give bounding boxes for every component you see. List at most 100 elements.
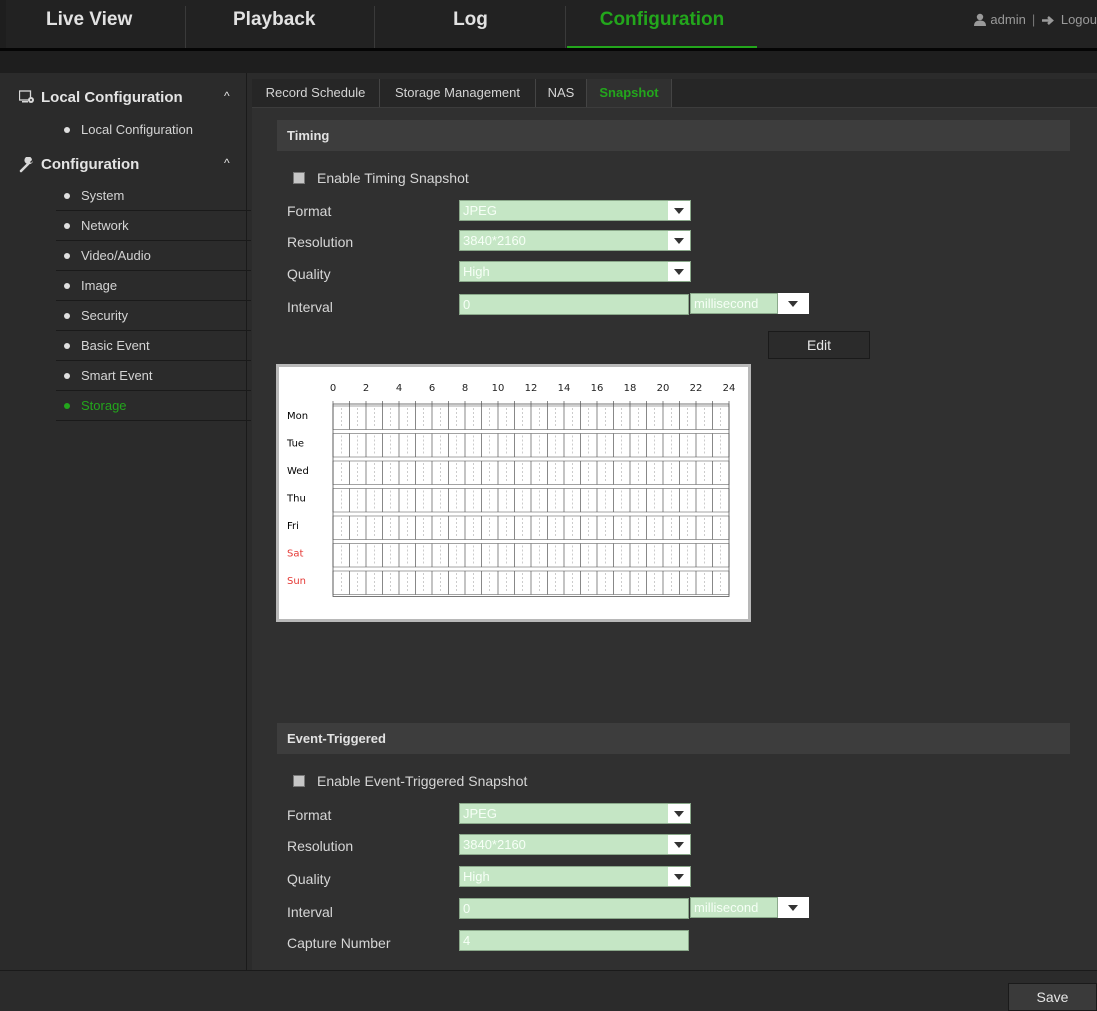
- sidebar-item-local-configuration[interactable]: Local Configuration: [56, 116, 251, 145]
- hour-label: 16: [591, 383, 604, 394]
- hour-label: 2: [363, 383, 369, 394]
- sidebar-item-basic-event[interactable]: Basic Event: [56, 332, 251, 361]
- capture-number-label: Capture Number: [287, 935, 391, 951]
- sidebar-item-label: System: [81, 188, 125, 203]
- bullet-icon: [64, 193, 70, 199]
- sidebar-item-label: Image: [81, 278, 118, 293]
- chevron-down-icon[interactable]: [778, 897, 809, 918]
- event-triggered-section-header: Event-Triggered: [277, 723, 1070, 754]
- chevron-down-icon[interactable]: [668, 835, 690, 854]
- event-format-select[interactable]: JPEG: [459, 803, 691, 824]
- event-resolution-label: Resolution: [287, 838, 354, 854]
- nav-tab-configuration[interactable]: Configuration: [567, 6, 757, 48]
- enable-timing-snapshot-label: Enable Timing Snapshot: [317, 170, 469, 186]
- sub-tab-bar: Record Schedule Storage Management NAS S…: [252, 79, 1097, 108]
- sidebar-item-network[interactable]: Network: [56, 212, 251, 241]
- nav-tab-live-view[interactable]: Live View: [6, 6, 186, 48]
- chevron-down-icon[interactable]: [668, 201, 690, 220]
- section-title: Timing: [287, 128, 330, 143]
- select-value: High: [463, 264, 490, 279]
- sidebar-item-security[interactable]: Security: [56, 302, 251, 331]
- hour-label: 14: [558, 383, 571, 394]
- day-label: Sat: [287, 549, 303, 560]
- event-quality-select[interactable]: High: [459, 866, 691, 887]
- local-config-icon: [19, 90, 34, 103]
- chevron-down-icon[interactable]: [668, 867, 690, 886]
- tab-record-schedule[interactable]: Record Schedule: [252, 79, 380, 107]
- capture-number-input[interactable]: 4: [459, 930, 689, 951]
- select-value: High: [463, 869, 490, 884]
- timing-resolution-label: Resolution: [287, 234, 354, 250]
- enable-event-snapshot-label: Enable Event-Triggered Snapshot: [317, 773, 528, 789]
- event-resolution-select[interactable]: 3840*2160: [459, 834, 691, 855]
- sidebar-item-label: Security: [81, 308, 128, 323]
- timing-interval-input[interactable]: 0: [459, 294, 689, 315]
- sidebar-item-label: Network: [81, 218, 129, 233]
- hour-label: 6: [429, 383, 435, 394]
- chevron-down-icon[interactable]: [668, 231, 690, 250]
- day-label: Fri: [287, 521, 299, 532]
- timing-interval-label: Interval: [287, 299, 333, 315]
- timing-quality-label: Quality: [287, 266, 331, 282]
- bullet-icon: [64, 253, 70, 259]
- sidebar-item-system[interactable]: System: [56, 182, 251, 211]
- day-label: Mon: [287, 411, 308, 422]
- unit-value-box: millisecond: [690, 897, 778, 918]
- logout-icon[interactable]: [1041, 15, 1057, 26]
- sidebar-group-label: Local Configuration: [41, 89, 183, 106]
- tab-storage-management[interactable]: Storage Management: [380, 79, 536, 107]
- sidebar-group-configuration[interactable]: Configuration ^: [6, 149, 246, 179]
- section-title: Event-Triggered: [287, 731, 386, 746]
- event-interval-unit-select[interactable]: millisecond: [690, 897, 809, 918]
- hour-label: 4: [396, 383, 402, 394]
- snapshot-schedule[interactable]: 0 2 4 6 8 10 12 14 16 18 20 22 24 Mon Tue Wed Thu Fri Sat S…: [276, 364, 751, 622]
- enable-event-snapshot-checkbox[interactable]: [293, 775, 305, 787]
- nav-tab-playback[interactable]: Playback: [187, 6, 375, 48]
- unit-value-box: millisecond: [690, 293, 778, 314]
- tab-nas[interactable]: NAS: [536, 79, 587, 107]
- sidebar-item-storage[interactable]: Storage: [56, 392, 251, 421]
- nav-tab-log[interactable]: Log: [376, 6, 566, 48]
- sidebar-item-video-audio[interactable]: Video/Audio: [56, 242, 251, 271]
- timing-quality-select[interactable]: High: [459, 261, 691, 282]
- username[interactable]: admin: [990, 12, 1025, 27]
- timing-format-select[interactable]: JPEG: [459, 200, 691, 221]
- select-value: millisecond: [694, 296, 759, 311]
- tab-snapshot[interactable]: Snapshot: [587, 79, 672, 107]
- input-value: 4: [463, 933, 471, 948]
- hour-label: 24: [723, 383, 736, 394]
- sidebar-group-label: Configuration: [41, 156, 140, 173]
- chevron-up-icon[interactable]: ^: [224, 156, 230, 170]
- sidebar-group-local-configuration[interactable]: Local Configuration ^: [6, 82, 246, 112]
- sidebar-item-label: Local Configuration: [81, 122, 194, 137]
- select-value: 3840*2160: [463, 233, 526, 248]
- top-nav-bar: Live View Playback Log Configuration adm…: [0, 0, 1097, 51]
- sidebar-item-image[interactable]: Image: [56, 272, 251, 301]
- user-icon: [973, 13, 986, 26]
- wrench-icon: [19, 157, 33, 173]
- day-label: Wed: [287, 466, 309, 477]
- hour-label: 0: [330, 383, 336, 394]
- hour-label: 10: [492, 383, 505, 394]
- schedule-grid[interactable]: 0 2 4 6 8 10 12 14 16 18 20 22 24MonTueWedThuFriSatS…: [279, 367, 748, 619]
- bullet-icon: [64, 127, 70, 133]
- logout-link[interactable]: Logou: [1061, 12, 1097, 27]
- sidebar: Local Configuration ^ Local Configuratio…: [6, 73, 251, 970]
- event-interval-input[interactable]: 0: [459, 898, 689, 919]
- chevron-down-icon[interactable]: [778, 293, 809, 314]
- sidebar-item-label: Video/Audio: [81, 248, 151, 263]
- hour-label: 8: [462, 383, 468, 394]
- save-button[interactable]: Save: [1008, 983, 1097, 1011]
- chevron-up-icon[interactable]: ^: [224, 89, 230, 103]
- bullet-icon: [64, 283, 70, 289]
- day-label: Tue: [286, 439, 304, 450]
- timing-interval-unit-select[interactable]: millisecond: [690, 293, 809, 314]
- timing-resolution-select[interactable]: 3840*2160: [459, 230, 691, 251]
- chevron-down-icon[interactable]: [668, 804, 690, 823]
- enable-timing-snapshot-checkbox[interactable]: [293, 172, 305, 184]
- edit-schedule-button[interactable]: Edit: [768, 331, 870, 359]
- sidebar-item-smart-event[interactable]: Smart Event: [56, 362, 251, 391]
- chevron-down-icon[interactable]: [668, 262, 690, 281]
- bullet-icon: [64, 343, 70, 349]
- input-value: 0: [463, 901, 471, 916]
